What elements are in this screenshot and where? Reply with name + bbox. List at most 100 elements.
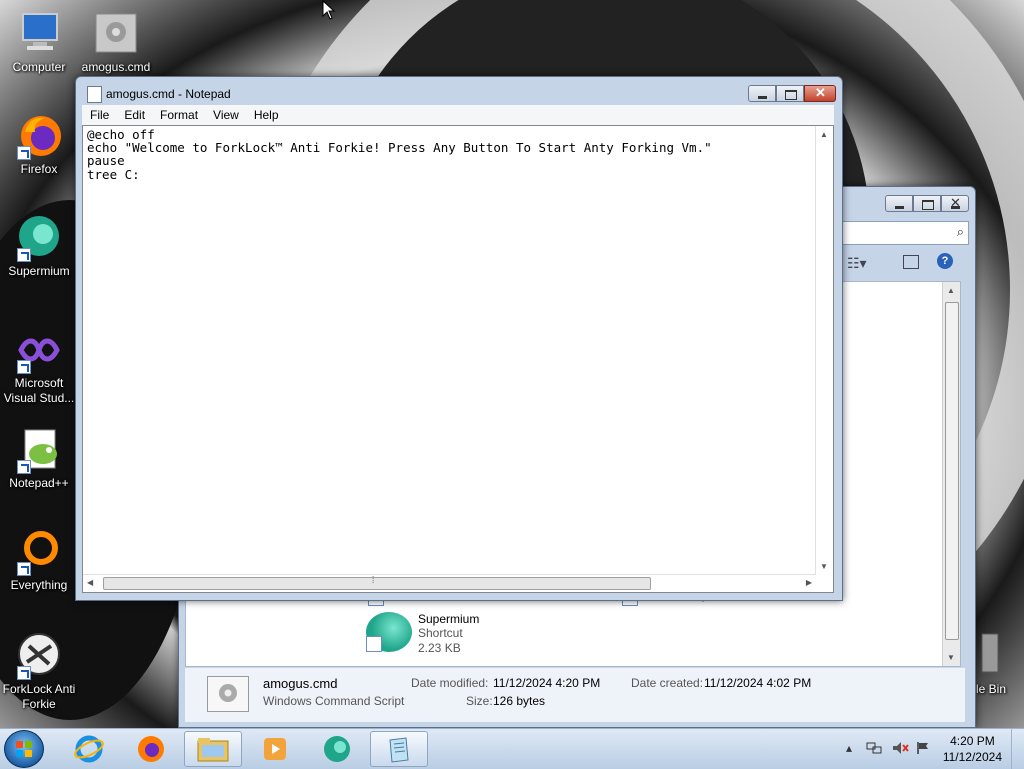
explorer-minimize-button[interactable] xyxy=(885,195,913,212)
firefox-icon xyxy=(15,112,63,160)
text-editor[interactable]: @echo off echo "Welcome to ForkLock™ Ant… xyxy=(82,125,834,593)
desktop-icon-label: Supermium xyxy=(8,264,70,278)
taskbar-file-explorer[interactable] xyxy=(184,731,242,767)
scroll-up-icon[interactable]: ▲ xyxy=(947,286,955,295)
desktop-icon-label: Firefox xyxy=(20,162,58,176)
desktop-icon-computer[interactable]: Computer xyxy=(1,10,77,75)
details-pane: amogus.cmd Windows Command Script Date m… xyxy=(185,667,965,722)
cmd-script-icon xyxy=(92,10,140,58)
shortcut-arrow-icon xyxy=(17,460,31,474)
explorer-toolbar: ☷▾ ? xyxy=(843,251,973,279)
mouse-cursor-icon xyxy=(322,0,336,20)
taskbar-notepad[interactable] xyxy=(370,731,428,767)
desktop-icon-label: Everything xyxy=(10,578,68,592)
scrollbar-thumb[interactable] xyxy=(945,302,959,640)
shortcut-arrow-icon xyxy=(17,360,31,374)
show-hidden-icons-icon[interactable]: ▴ xyxy=(846,741,852,755)
shortcut-arrow-icon xyxy=(17,666,31,680)
desktop-icon-forklock[interactable]: ForkLock Anti Forkie xyxy=(1,632,77,712)
menu-format[interactable]: Format xyxy=(152,105,205,125)
taskbar-supermium[interactable] xyxy=(308,731,366,767)
computer-icon xyxy=(15,10,63,58)
scrollbar-thumb[interactable]: ⦙ xyxy=(103,575,651,590)
explorer-maximize-button[interactable] xyxy=(913,195,941,212)
details-filename: amogus.cmd xyxy=(263,676,338,691)
cmd-script-icon xyxy=(207,676,249,712)
close-icon: ✕ xyxy=(815,85,826,100)
desktop-icon-firefox[interactable]: Firefox xyxy=(1,112,77,177)
supermium-icon xyxy=(324,736,350,762)
taskbar-internet-explorer[interactable] xyxy=(60,731,118,767)
desktop-icon-supermium[interactable]: Supermium xyxy=(1,214,77,279)
file-size: 2.23 KB xyxy=(418,641,461,655)
scroll-down-icon[interactable]: ▼ xyxy=(820,562,828,571)
desktop-icon-label: Microsoft Visual Stud... xyxy=(3,376,75,405)
show-desktop-button[interactable] xyxy=(1011,729,1024,769)
system-clock[interactable]: 4:20 PM 11/12/2024 xyxy=(943,733,1002,765)
close-button[interactable]: ✕ xyxy=(804,85,836,102)
notepad-window[interactable]: amogus.cmd - Notepad ✕ File Edit Format … xyxy=(75,76,843,601)
shortcut-arrow-icon xyxy=(17,146,31,160)
list-item[interactable]: Supermium Shortcut 2.23 KB xyxy=(366,612,479,656)
window-title: amogus.cmd - Notepad xyxy=(106,87,231,101)
details-filetype: Windows Command Script xyxy=(263,694,405,708)
menu-help[interactable]: Help xyxy=(246,105,286,125)
scroll-down-icon[interactable]: ▼ xyxy=(947,653,955,662)
scroll-right-icon[interactable]: ▶ xyxy=(806,578,812,587)
recycle-bin-icon xyxy=(972,632,1000,680)
details-date-created-label: Date created: xyxy=(631,676,704,690)
menu-bar: File Edit Format View Help xyxy=(82,105,834,125)
clock-date: 11/12/2024 xyxy=(942,750,1002,764)
grip-icon: ⦙ xyxy=(372,575,375,586)
media-player-icon xyxy=(264,738,286,760)
explorer-close-button[interactable]: ✕ xyxy=(941,195,969,212)
scroll-left-icon[interactable]: ◀ xyxy=(87,578,93,587)
forklock-icon xyxy=(15,632,63,680)
supermium-icon xyxy=(366,612,412,652)
file-type: Shortcut xyxy=(418,626,463,640)
explorer-vertical-scrollbar[interactable]: ▲ ▼ xyxy=(942,282,960,666)
preview-pane-icon[interactable] xyxy=(903,255,919,269)
menu-edit[interactable]: Edit xyxy=(116,105,152,125)
menu-file[interactable]: File xyxy=(82,105,116,125)
visual-studio-icon xyxy=(15,326,63,374)
editor-horizontal-scrollbar[interactable]: ◀ ⦙ ▶ xyxy=(83,574,816,592)
desktop-icon-notepadpp[interactable]: Notepad++ xyxy=(1,426,77,491)
desktop-icon-amogus-cmd[interactable]: amogus.cmd xyxy=(78,10,154,75)
volume-muted-icon[interactable] xyxy=(892,741,910,758)
menu-view[interactable]: View xyxy=(205,105,246,125)
desktop-icon-visual-studio[interactable]: Microsoft Visual Stud... xyxy=(1,326,77,406)
taskbar: ▴ 4:20 PM 11/12/2024 xyxy=(0,728,1024,769)
notepadpp-icon xyxy=(15,426,63,474)
internet-explorer-icon xyxy=(74,735,104,763)
explorer-search-input[interactable]: ⌕ xyxy=(839,221,969,245)
notepad-caption-buttons: ✕ xyxy=(748,85,836,102)
shortcut-arrow-icon xyxy=(17,562,31,576)
start-button[interactable] xyxy=(4,730,44,768)
clock-time: 4:20 PM xyxy=(950,734,995,748)
file-name: Supermium xyxy=(418,612,480,626)
taskbar-firefox[interactable] xyxy=(122,731,180,767)
action-center-flag-icon[interactable] xyxy=(916,741,930,758)
maximize-button[interactable] xyxy=(776,85,804,102)
scroll-up-icon[interactable]: ▲ xyxy=(820,130,828,139)
view-options-icon[interactable]: ☷▾ xyxy=(847,255,867,272)
editor-vertical-scrollbar[interactable]: ▲ ▼ xyxy=(815,126,833,575)
desktop-icon-label: Notepad++ xyxy=(9,476,69,490)
network-icon[interactable] xyxy=(866,741,882,758)
firefox-icon xyxy=(138,736,164,762)
details-date-created: 11/12/2024 4:02 PM xyxy=(704,676,812,690)
everything-search-icon xyxy=(15,528,63,576)
details-size-label: Size: xyxy=(466,694,493,708)
minimize-button[interactable] xyxy=(748,85,776,102)
editor-content[interactable]: @echo off echo "Welcome to ForkLock™ Ant… xyxy=(87,128,712,181)
shortcut-arrow-icon xyxy=(366,636,382,652)
shortcut-arrow-icon xyxy=(17,248,31,262)
folder-icon xyxy=(197,738,229,762)
taskbar-media-player[interactable] xyxy=(246,731,304,767)
notepad-icon xyxy=(389,737,409,763)
desktop-icon-label: ForkLock Anti Forkie xyxy=(2,682,76,711)
desktop-icon-everything[interactable]: Everything xyxy=(1,528,77,593)
help-icon[interactable]: ? xyxy=(937,253,953,269)
notepad-app-icon[interactable] xyxy=(87,86,102,103)
